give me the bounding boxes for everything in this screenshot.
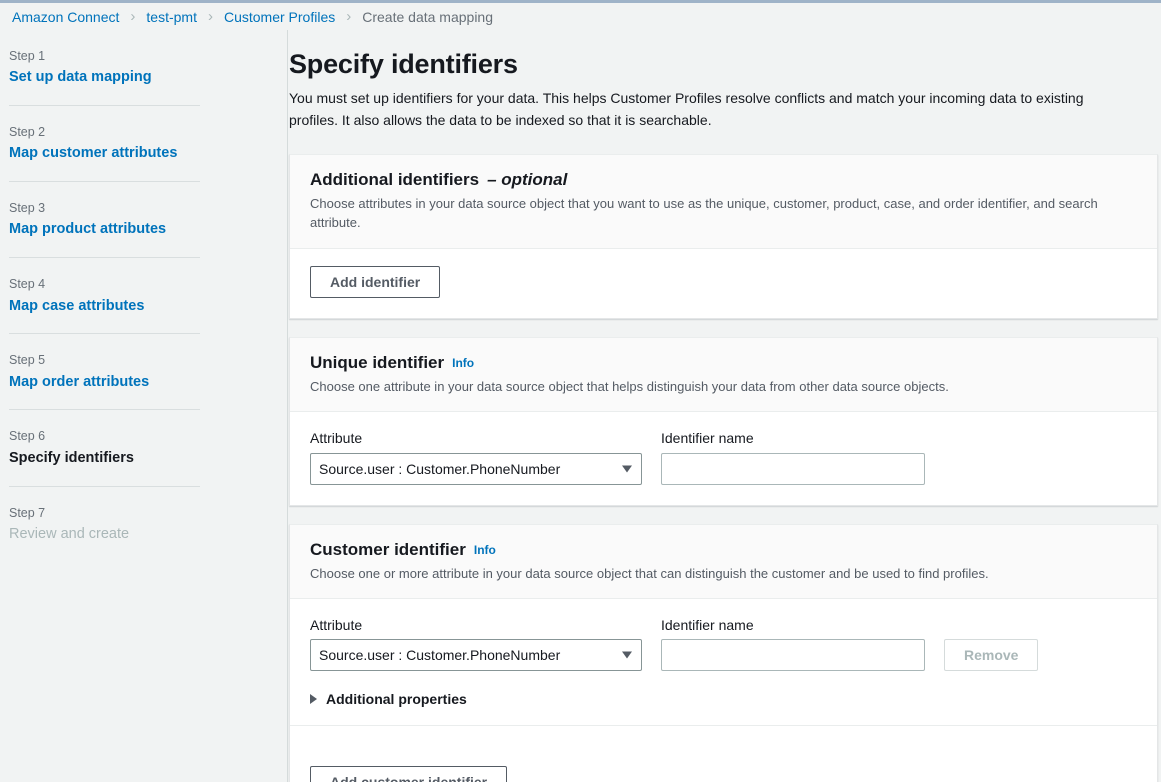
chevron-right-icon: › <box>335 9 362 24</box>
chevron-right-icon: › <box>197 9 224 24</box>
customer-identifier-field-row: Attribute Source.user : Customer.PhoneNu… <box>310 616 1137 671</box>
sidebar-step-7-title: Review and create <box>9 525 200 544</box>
breadcrumb-item-amazon-connect[interactable]: Amazon Connect <box>12 9 119 25</box>
app-root: Amazon Connect › test-pmt › Customer Pro… <box>0 0 1161 782</box>
customer-identifier-name-field: Identifier name <box>661 616 925 671</box>
additional-identifiers-title-row: Additional identifiers – optional <box>310 169 1137 191</box>
additional-properties-label: Additional properties <box>326 691 467 707</box>
unique-identifier-name-label: Identifier name <box>661 429 925 447</box>
sidebar-step-7: Step 7 Review and create <box>0 487 287 562</box>
sidebar-step-4-number: Step 4 <box>9 276 200 292</box>
sidebar-step-5-title[interactable]: Map order attributes <box>9 373 200 392</box>
customer-identifier-attribute-field: Attribute Source.user : Customer.PhoneNu… <box>310 616 642 671</box>
customer-identifier-name-input[interactable] <box>661 639 925 671</box>
page-body: Step 1 Set up data mapping Step 2 Map cu… <box>0 30 1161 782</box>
additional-properties-toggle[interactable]: Additional properties <box>310 691 1137 707</box>
customer-identifier-body: Attribute Source.user : Customer.PhoneNu… <box>290 599 1157 746</box>
sidebar-step-1-number: Step 1 <box>9 48 200 64</box>
sidebar-step-1-title[interactable]: Set up data mapping <box>9 68 200 87</box>
customer-identifier-footer: Add customer identifier <box>290 746 1157 782</box>
unique-identifier-description: Choose one attribute in your data source… <box>310 377 1137 397</box>
customer-identifier-title-row: Customer identifier Info <box>310 539 1137 561</box>
unique-identifier-attribute-value: Source.user : Customer.PhoneNumber <box>319 461 560 477</box>
customer-identifier-description: Choose one or more attribute in your dat… <box>310 564 1137 584</box>
unique-identifier-title: Unique identifier <box>310 352 444 374</box>
additional-identifiers-card: Additional identifiers – optional Choose… <box>289 154 1158 319</box>
add-identifier-button[interactable]: Add identifier <box>310 266 440 298</box>
unique-identifier-name-input[interactable] <box>661 453 925 485</box>
sidebar-step-3: Step 3 Map product attributes <box>0 182 287 258</box>
additional-identifiers-description: Choose attributes in your data source ob… <box>310 194 1137 233</box>
customer-identifier-header: Customer identifier Info Choose one or m… <box>290 525 1157 600</box>
breadcrumb-item-create-data-mapping: Create data mapping <box>362 9 493 25</box>
sidebar-step-4-title[interactable]: Map case attributes <box>9 297 200 316</box>
unique-identifier-title-row: Unique identifier Info <box>310 352 1137 374</box>
chevron-right-icon: › <box>119 9 146 24</box>
additional-identifiers-body: Add identifier <box>290 249 1157 318</box>
sidebar-step-1: Step 1 Set up data mapping <box>0 48 287 106</box>
customer-identifier-divider <box>290 725 1157 726</box>
unique-identifier-card: Unique identifier Info Choose one attrib… <box>289 337 1158 506</box>
breadcrumb: Amazon Connect › test-pmt › Customer Pro… <box>0 3 1161 30</box>
unique-identifier-attribute-field: Attribute Source.user : Customer.PhoneNu… <box>310 429 642 484</box>
unique-identifier-name-field: Identifier name <box>661 429 925 484</box>
sidebar-step-6-title: Specify identifiers <box>9 449 200 468</box>
chevron-down-icon <box>622 465 632 472</box>
customer-identifier-attribute-select[interactable]: Source.user : Customer.PhoneNumber <box>310 639 642 671</box>
sidebar-step-5: Step 5 Map order attributes <box>0 334 287 410</box>
remove-customer-identifier-button[interactable]: Remove <box>944 639 1038 671</box>
wizard-sidebar: Step 1 Set up data mapping Step 2 Map cu… <box>0 30 288 782</box>
page-description: You must set up identifiers for your dat… <box>289 88 1119 131</box>
customer-identifier-info-link[interactable]: Info <box>474 543 496 559</box>
customer-identifier-name-label: Identifier name <box>661 616 925 634</box>
customer-identifier-attribute-label: Attribute <box>310 616 642 634</box>
sidebar-step-6-number: Step 6 <box>9 428 200 444</box>
sidebar-step-6: Step 6 Specify identifiers <box>0 410 287 486</box>
unique-identifier-body: Attribute Source.user : Customer.PhoneNu… <box>290 412 1157 504</box>
unique-identifier-field-row: Attribute Source.user : Customer.PhoneNu… <box>310 429 1137 484</box>
customer-identifier-title: Customer identifier <box>310 539 466 561</box>
main-content: Specify identifiers You must set up iden… <box>288 30 1161 782</box>
unique-identifier-attribute-label: Attribute <box>310 429 642 447</box>
sidebar-step-2: Step 2 Map customer attributes <box>0 106 287 182</box>
customer-identifier-attribute-value: Source.user : Customer.PhoneNumber <box>319 647 560 663</box>
sidebar-step-3-title[interactable]: Map product attributes <box>9 220 200 239</box>
sidebar-step-7-number: Step 7 <box>9 505 200 521</box>
unique-identifier-info-link[interactable]: Info <box>452 356 474 372</box>
breadcrumb-item-test-pmt[interactable]: test-pmt <box>146 9 197 25</box>
chevron-right-icon <box>310 694 317 704</box>
page-title: Specify identifiers <box>289 48 1158 80</box>
sidebar-step-4: Step 4 Map case attributes <box>0 258 287 334</box>
sidebar-step-3-number: Step 3 <box>9 200 200 216</box>
customer-identifier-card: Customer identifier Info Choose one or m… <box>289 524 1158 782</box>
additional-identifiers-header: Additional identifiers – optional Choose… <box>290 155 1157 249</box>
customer-identifier-remove-wrap: Remove <box>944 639 1038 671</box>
unique-identifier-header: Unique identifier Info Choose one attrib… <box>290 338 1157 413</box>
sidebar-step-2-number: Step 2 <box>9 124 200 140</box>
additional-identifiers-title: Additional identifiers <box>310 169 479 191</box>
additional-identifiers-optional-tag: – optional <box>487 169 567 191</box>
chevron-down-icon <box>622 652 632 659</box>
breadcrumb-item-customer-profiles[interactable]: Customer Profiles <box>224 9 335 25</box>
add-customer-identifier-button[interactable]: Add customer identifier <box>310 766 507 782</box>
sidebar-step-5-number: Step 5 <box>9 352 200 368</box>
unique-identifier-attribute-select[interactable]: Source.user : Customer.PhoneNumber <box>310 453 642 485</box>
sidebar-step-2-title[interactable]: Map customer attributes <box>9 144 200 163</box>
